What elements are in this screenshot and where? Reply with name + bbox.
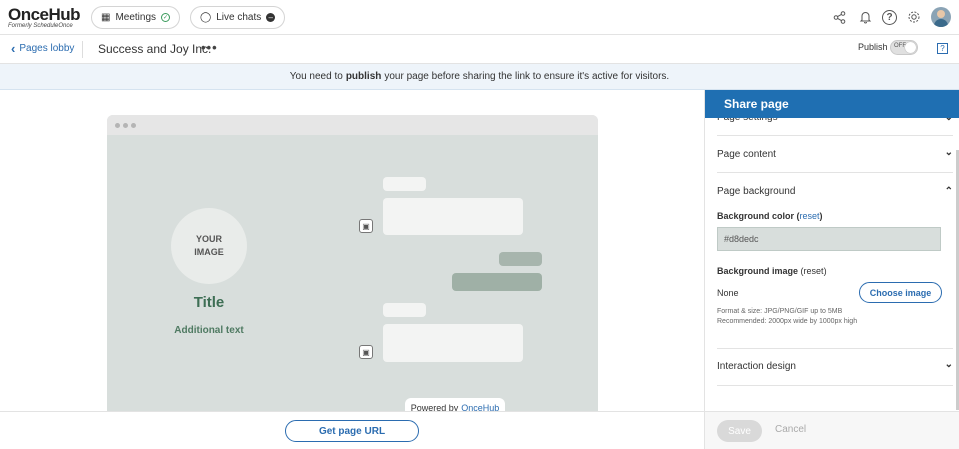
chevron-up-icon: ⌃ — [944, 186, 953, 197]
help-square-icon[interactable]: ? — [937, 43, 948, 54]
save-button[interactable]: Save — [717, 420, 762, 442]
chat-bubble-placeholder — [383, 324, 523, 362]
page-preview: YOUR IMAGE Title Additional text ▣ ▣ Pow… — [0, 90, 704, 411]
chat-bubble-placeholder — [383, 303, 426, 317]
check-circle-icon: ✓ — [161, 13, 171, 22]
image-text-2: IMAGE — [194, 247, 224, 257]
background-image-value: None — [717, 288, 739, 298]
bot-icon: ▣ — [359, 219, 373, 233]
meetings-button[interactable]: ▦ Meetings ✓ — [91, 6, 181, 29]
share-icon[interactable] — [830, 8, 848, 26]
browser-bar — [107, 115, 598, 135]
chat-bubble-user — [499, 252, 542, 266]
notice-text-bold: publish — [345, 71, 382, 82]
section-label: Page background — [717, 186, 796, 197]
publish-toggle[interactable]: OFF — [890, 40, 918, 55]
divider — [717, 348, 953, 349]
meetings-label: Meetings — [115, 12, 157, 23]
bell-icon[interactable] — [856, 8, 874, 26]
gear-icon[interactable] — [905, 8, 923, 26]
chevron-left-icon: ‹ — [11, 40, 16, 56]
background-image-label: Background image (reset) — [717, 266, 827, 276]
chat-bubble-user — [452, 273, 542, 291]
chevron-down-icon: ⌄ — [944, 359, 953, 370]
divider — [717, 172, 953, 173]
share-page-panel: Share page Page settings ⌄ Page content … — [704, 90, 959, 411]
publish-label: Publish — [858, 42, 888, 52]
panel-footer: Save Cancel — [704, 412, 959, 449]
notice-text-after: your page before sharing the link to ens… — [384, 71, 670, 82]
live-chats-label: Live chats — [216, 12, 262, 23]
choose-image-button[interactable]: Choose image — [859, 282, 942, 303]
powered-by-link[interactable]: OnceHub — [461, 403, 499, 411]
bottom-bar: Get page URL Save Cancel — [0, 411, 959, 449]
toggle-state: OFF — [894, 43, 906, 49]
cancel-button[interactable]: Cancel — [775, 424, 806, 435]
reset-color-link[interactable]: reset — [800, 211, 820, 221]
back-to-lobby-link[interactable]: ‹ Pages lobby — [11, 40, 75, 56]
top-bar: OnceHub Formerly ScheduleOnce ▦ Meetings… — [0, 0, 959, 35]
notice-text-before: You need to — [289, 71, 343, 82]
divider — [82, 41, 83, 58]
more-options-icon[interactable]: ••• — [201, 40, 218, 55]
background-color-label: Background color (reset) — [717, 211, 823, 221]
live-chats-button[interactable]: ◯ Live chats – — [190, 6, 286, 29]
format-hint: Format & size: JPG/PNG/GIF up to 5MB — [717, 308, 843, 315]
divider — [717, 135, 953, 136]
get-page-url-button[interactable]: Get page URL — [285, 420, 419, 442]
section-page-background[interactable]: Page background ⌃ — [717, 186, 953, 197]
size-hint: Recommended: 2000px wide by 1000px high — [717, 318, 858, 325]
bg-image-text: Background image — [717, 266, 799, 276]
logo-subtext: Formerly ScheduleOnce — [8, 23, 73, 29]
background-color-input[interactable]: #d8dedc — [717, 227, 941, 251]
divider — [717, 385, 953, 386]
bg-color-text: Background color — [717, 211, 795, 221]
chat-bubble-placeholder — [383, 198, 523, 235]
oncehub-logo[interactable]: OnceHub Formerly ScheduleOnce — [8, 5, 81, 29]
chevron-down-icon: ⌄ — [944, 147, 953, 158]
chat-bubble-placeholder — [383, 177, 426, 191]
powered-by-text: Powered by — [410, 403, 459, 411]
image-text-1: YOUR — [195, 234, 222, 244]
help-icon[interactable]: ? — [882, 9, 897, 25]
page-toolbar: ‹ Pages lobby Success and Joy Inc. ••• P… — [0, 35, 959, 64]
minus-circle-icon: – — [266, 13, 276, 22]
page-title: Success and Joy Inc. — [98, 42, 212, 56]
reset-image-link[interactable]: reset — [804, 266, 824, 276]
preview-subtitle: Additional text — [174, 325, 244, 336]
section-page-content[interactable]: Page content ⌄ — [717, 147, 953, 160]
back-label: Pages lobby — [19, 43, 75, 54]
calendar-icon: ▦ — [101, 12, 111, 23]
panel-title: Share page — [705, 90, 959, 118]
chat-bubble-icon: ◯ — [200, 12, 212, 23]
image-placeholder: YOUR IMAGE — [171, 208, 247, 284]
logo-text: OnceHub — [8, 5, 81, 24]
avatar[interactable] — [931, 7, 951, 27]
bot-icon: ▣ — [359, 345, 373, 359]
section-interaction-design[interactable]: Interaction design ⌄ — [717, 359, 953, 372]
publish-notice: You need to publish your page before sha… — [0, 64, 959, 90]
powered-by-badge: Powered by OnceHub — [405, 398, 505, 411]
preview-title: Title — [193, 294, 225, 311]
section-label: Page content — [717, 149, 776, 160]
section-label: Interaction design — [717, 361, 796, 372]
browser-mockup: YOUR IMAGE Title Additional text ▣ ▣ Pow… — [107, 115, 598, 411]
